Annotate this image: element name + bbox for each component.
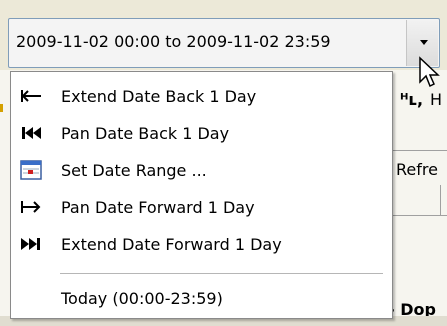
pan-forward-icon	[21, 201, 41, 213]
menu-item-pan-forward[interactable]: Pan Date Forward 1 Day	[11, 189, 391, 226]
menu-item-pan-back[interactable]: Pan Date Back 1 Day	[11, 115, 391, 152]
calendar-icon	[20, 160, 42, 180]
menu-item-extend-forward[interactable]: Extend Date Forward 1 Day	[11, 226, 391, 263]
menu-item-label: Extend Date Back 1 Day	[61, 87, 257, 106]
menu-item-set-date-range[interactable]: Set Date Range ...	[11, 152, 391, 189]
menu-item-extend-back[interactable]: Extend Date Back 1 Day	[11, 78, 391, 115]
menu-item-label: Pan Date Back 1 Day	[61, 124, 230, 143]
extend-back-icon	[21, 90, 41, 102]
toolbar-fragment	[0, 104, 3, 112]
toolbar-hl-icon: ᴴʟ,	[400, 90, 424, 109]
menu-item-label: Pan Date Forward 1 Day	[61, 198, 255, 217]
menu-item-label: Today (00:00-23:59)	[61, 289, 223, 308]
menu-item-today[interactable]: Today (00:00-23:59)	[11, 280, 391, 317]
chevron-down-icon	[420, 40, 428, 45]
mouse-cursor-icon	[419, 56, 440, 88]
divider	[440, 185, 441, 215]
date-range-value: 2009-11-02 00:00 to 2009-11-02 23:59	[16, 32, 331, 51]
toolbar-h-label: H	[430, 90, 443, 109]
menu-item-label: Set Date Range ...	[61, 161, 207, 180]
pan-back-icon	[22, 127, 41, 139]
refresh-link[interactable]: Refre	[396, 160, 438, 179]
menu-separator	[60, 273, 383, 274]
menu-item-label: Extend Date Forward 1 Day	[61, 235, 282, 254]
extend-forward-icon	[21, 238, 40, 250]
